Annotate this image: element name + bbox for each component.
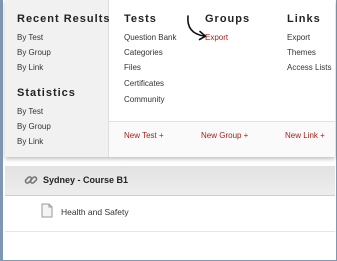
tests-community[interactable]: Community — [124, 95, 164, 104]
new-link-link[interactable]: New Link + — [285, 131, 325, 140]
tests-certificates[interactable]: Certificates — [124, 79, 164, 88]
statistics-by-group[interactable]: By Group — [17, 122, 51, 131]
recent-results-by-link[interactable]: By Link — [17, 63, 43, 72]
course-title: Sydney - Course B1 — [43, 175, 129, 185]
curved-arrow-icon — [187, 15, 207, 41]
recent-results-heading: Recent Results — [17, 13, 111, 25]
links-heading: Links — [287, 13, 321, 25]
new-test-link[interactable]: New Test + — [124, 131, 164, 140]
content-item[interactable]: Health and Safety — [5, 197, 335, 229]
recent-results-by-test[interactable]: By Test — [17, 33, 43, 42]
document-icon — [41, 203, 53, 218]
statistics-by-link[interactable]: By Link — [17, 137, 43, 146]
dropdown-menu: Recent Results By Test By Group By Link … — [5, 0, 335, 157]
tests-question-bank[interactable]: Question Bank — [124, 33, 176, 42]
links-access-lists[interactable]: Access Lists — [287, 63, 331, 72]
tests-heading: Tests — [124, 13, 157, 25]
content-item-label: Health and Safety — [61, 207, 129, 217]
tests-files[interactable]: Files — [124, 63, 141, 72]
links-themes[interactable]: Themes — [287, 48, 316, 57]
recent-results-panel: Recent Results By Test By Group By Link … — [5, 0, 109, 157]
divider — [5, 231, 335, 232]
groups-heading: Groups — [205, 13, 251, 25]
statistics-heading: Statistics — [17, 87, 76, 99]
course-header: Sydney - Course B1 — [5, 166, 335, 196]
links-export[interactable]: Export — [287, 33, 310, 42]
link-chain-icon — [24, 176, 38, 184]
new-group-link[interactable]: New Group + — [201, 131, 248, 140]
tests-categories[interactable]: Categories — [124, 48, 163, 57]
recent-results-by-group[interactable]: By Group — [17, 48, 51, 57]
statistics-by-test[interactable]: By Test — [17, 107, 43, 116]
